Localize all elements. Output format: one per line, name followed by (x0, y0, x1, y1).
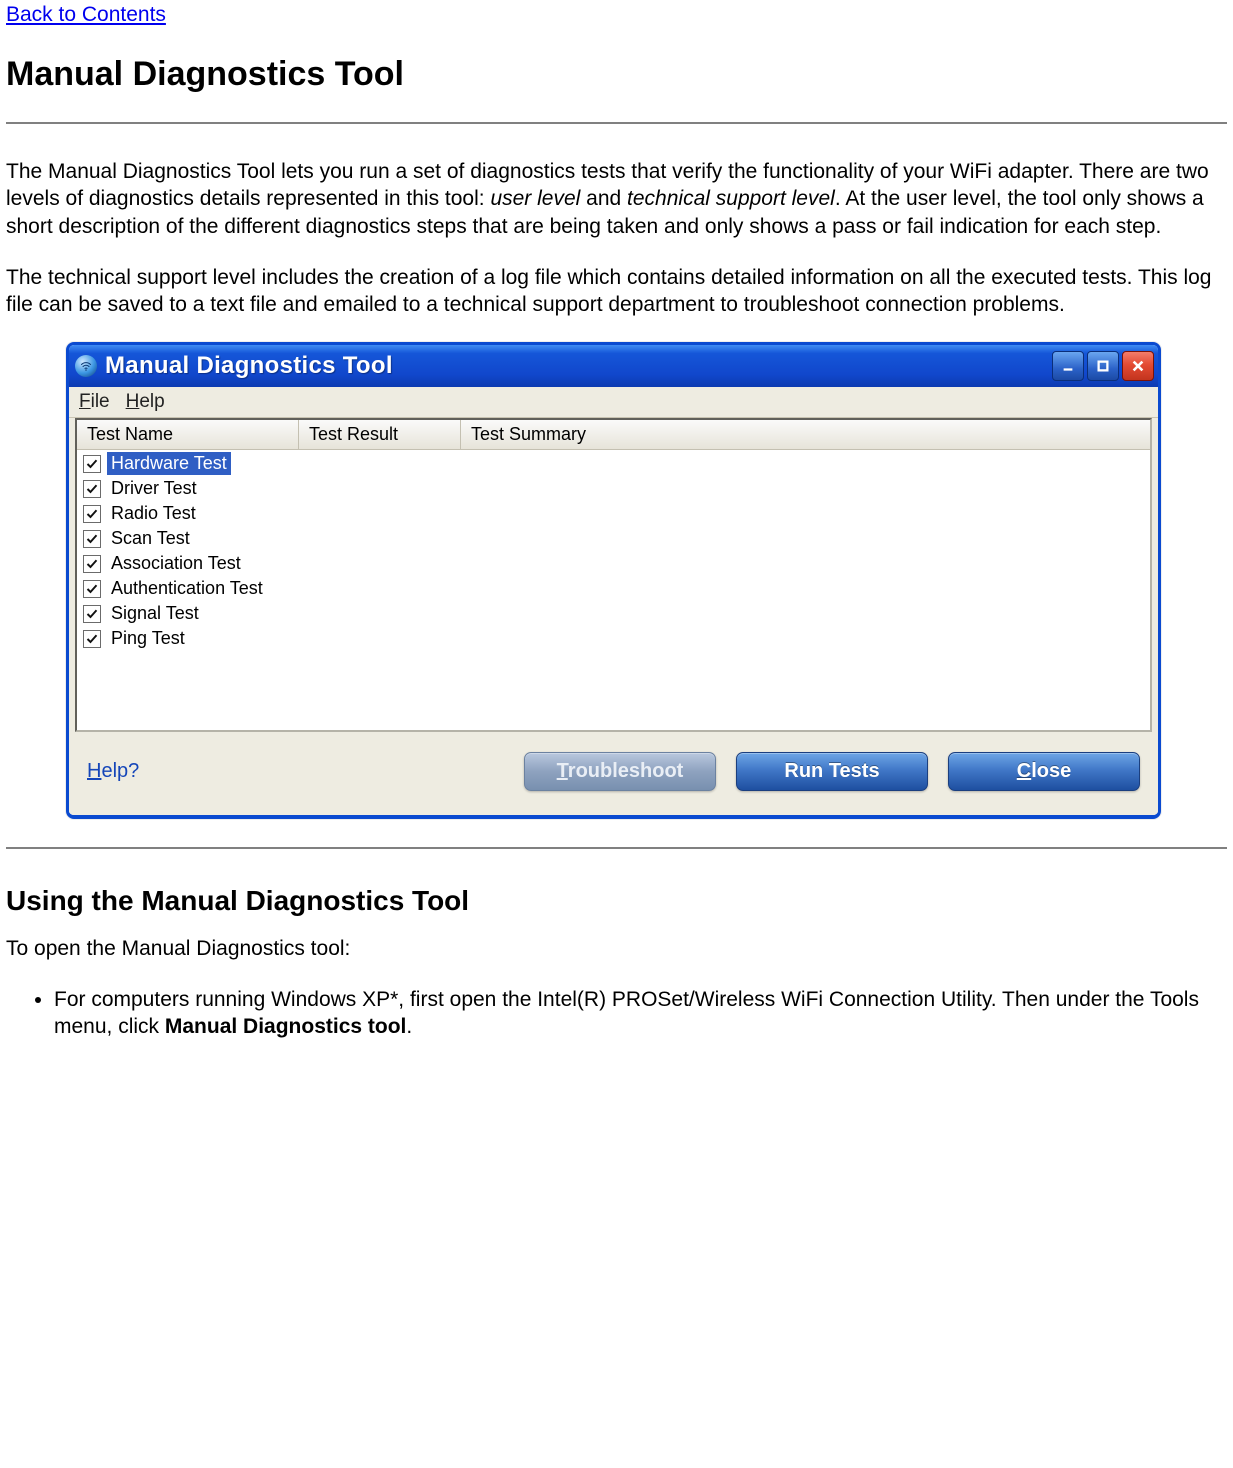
list-item: For computers running Windows XP*, first… (54, 987, 1227, 1041)
table-row[interactable]: Authentication Test (77, 576, 1150, 601)
menu-help[interactable]: Help (126, 391, 165, 413)
test-name-label: Hardware Test (107, 452, 231, 475)
checkbox[interactable] (83, 455, 101, 473)
column-headers[interactable]: Test Name Test Result Test Summary (77, 420, 1150, 450)
table-row[interactable]: Driver Test (77, 476, 1150, 501)
checkbox[interactable] (83, 605, 101, 623)
divider-2 (6, 847, 1227, 849)
client-area: Test Name Test Result Test Summary Hardw… (69, 418, 1158, 815)
back-to-contents-link[interactable]: Back to Contents (6, 3, 166, 26)
minimize-button[interactable] (1052, 351, 1084, 381)
p1-italic-2: technical support level (627, 187, 835, 210)
test-name-label: Signal Test (107, 602, 203, 625)
using-intro: To open the Manual Diagnostics tool: (6, 935, 1227, 962)
maximize-button[interactable] (1087, 351, 1119, 381)
test-name-label: Radio Test (107, 502, 200, 525)
close-window-button[interactable] (1122, 351, 1154, 381)
diagnostics-window: Manual Diagnostics Tool File Help Test N… (66, 342, 1161, 819)
intro-paragraph-2: The technical support level includes the… (6, 264, 1227, 319)
p1-italic-1: user level (490, 187, 580, 210)
table-row[interactable]: Association Test (77, 551, 1150, 576)
table-row[interactable]: Hardware Test (77, 451, 1150, 476)
menu-file[interactable]: File (79, 391, 110, 413)
col-test-summary[interactable]: Test Summary (461, 420, 1150, 449)
test-name-label: Authentication Test (107, 577, 267, 600)
checkbox[interactable] (83, 480, 101, 498)
test-name-label: Association Test (107, 552, 245, 575)
bullet1-b: . (406, 1015, 412, 1038)
window-title: Manual Diagnostics Tool (105, 352, 393, 380)
menubar: File Help (69, 387, 1158, 418)
checkbox[interactable] (83, 555, 101, 573)
test-name-label: Driver Test (107, 477, 201, 500)
table-row[interactable]: Radio Test (77, 501, 1150, 526)
help-link[interactable]: Help? (87, 760, 139, 783)
checkbox[interactable] (83, 630, 101, 648)
checkbox[interactable] (83, 580, 101, 598)
col-test-name[interactable]: Test Name (77, 420, 299, 449)
checkbox[interactable] (83, 530, 101, 548)
titlebar[interactable]: Manual Diagnostics Tool (69, 345, 1158, 387)
test-name-label: Scan Test (107, 527, 194, 550)
using-title: Using the Manual Diagnostics Tool (6, 885, 1227, 917)
page-title: Manual Diagnostics Tool (6, 55, 1227, 94)
bullet1-bold: Manual Diagnostics tool (165, 1015, 407, 1038)
table-row[interactable]: Signal Test (77, 601, 1150, 626)
checkbox[interactable] (83, 505, 101, 523)
divider (6, 122, 1227, 124)
table-row[interactable]: Ping Test (77, 626, 1150, 651)
table-row[interactable]: Scan Test (77, 526, 1150, 551)
intro-paragraph-1: The Manual Diagnostics Tool lets you run… (6, 158, 1227, 240)
button-bar: Help? Troubleshoot Run Tests Close (69, 732, 1158, 805)
tests-listview[interactable]: Test Name Test Result Test Summary Hardw… (75, 418, 1152, 732)
instructions-list: For computers running Windows XP*, first… (6, 987, 1227, 1041)
close-button[interactable]: Close (948, 752, 1140, 791)
p1-part-b: and (580, 187, 627, 210)
wifi-app-icon (75, 355, 97, 377)
run-tests-button[interactable]: Run Tests (736, 752, 928, 791)
troubleshoot-button[interactable]: Troubleshoot (524, 752, 716, 791)
col-test-result[interactable]: Test Result (299, 420, 461, 449)
test-name-label: Ping Test (107, 627, 189, 650)
